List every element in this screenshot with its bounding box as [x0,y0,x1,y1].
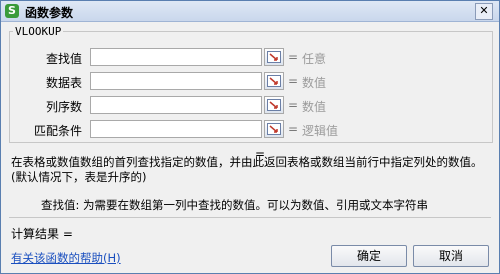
ok-button[interactable]: 确定 [331,245,407,267]
param-equals: = [288,122,299,136]
param-label: 查找值 [45,52,82,66]
function-name: VLOOKUP [13,25,64,38]
param-row-lookup-value: 查找值 = 任意 [10,48,492,66]
divider [9,217,491,218]
param-type-hint: 数值 [302,76,327,90]
dialog-title: 函数参数 [25,6,74,20]
lookup-value-input[interactable] [90,48,262,66]
range-select-icon [267,99,281,111]
param-row-col-index: 列序数 = 数值 [10,96,492,114]
param-label: 数据表 [45,76,82,90]
range-select-icon [267,75,281,87]
argument-description: 查找值: 为需要在数组第一列中查找的数值。可以为数值、引用或文本字符串 [41,198,429,212]
param-row-table-array: 数据表 = 数值 [10,72,492,90]
param-type-hint: 任意 [302,52,327,66]
param-equals: = [288,50,299,64]
match-type-input[interactable] [90,120,262,138]
param-type-hint: 逻辑值 [302,124,339,138]
param-row-match-type: 匹配条件 = 逻辑值 [10,120,492,138]
cancel-button[interactable]: 取消 [413,245,489,267]
param-type-hint: 数值 [302,100,327,114]
calculation-result: 计算结果 = [11,227,73,241]
param-label: 匹配条件 [33,124,82,138]
range-select-button[interactable] [264,120,284,138]
range-select-button[interactable] [264,96,284,114]
function-arguments-dialog: S 函数参数 ✕ 查找值 = 任意 数据表 = 数值 列序数 = 数值 匹配条件… [0,0,500,274]
range-select-button[interactable] [264,72,284,90]
range-select-icon [267,123,281,135]
title-bar: S 函数参数 ✕ [1,1,499,22]
range-select-button[interactable] [264,48,284,66]
param-label: 列序数 [45,100,82,114]
param-equals: = [288,98,299,112]
table-array-input[interactable] [90,72,262,90]
col-index-input[interactable] [90,96,262,114]
param-equals: = [288,74,299,88]
arguments-group: 查找值 = 任意 数据表 = 数值 列序数 = 数值 匹配条件 = 逻辑值 [9,31,493,143]
function-help-link[interactable]: 有关该函数的帮助(H) [11,250,121,266]
function-description: 在表格或数值数组的首列查找指定的数值，并由此返回表格或数组当前行中指定列处的数值… [11,155,483,184]
spreadsheet-app-icon: S [5,4,19,18]
range-select-icon [267,51,281,63]
close-button[interactable]: ✕ [475,3,493,20]
